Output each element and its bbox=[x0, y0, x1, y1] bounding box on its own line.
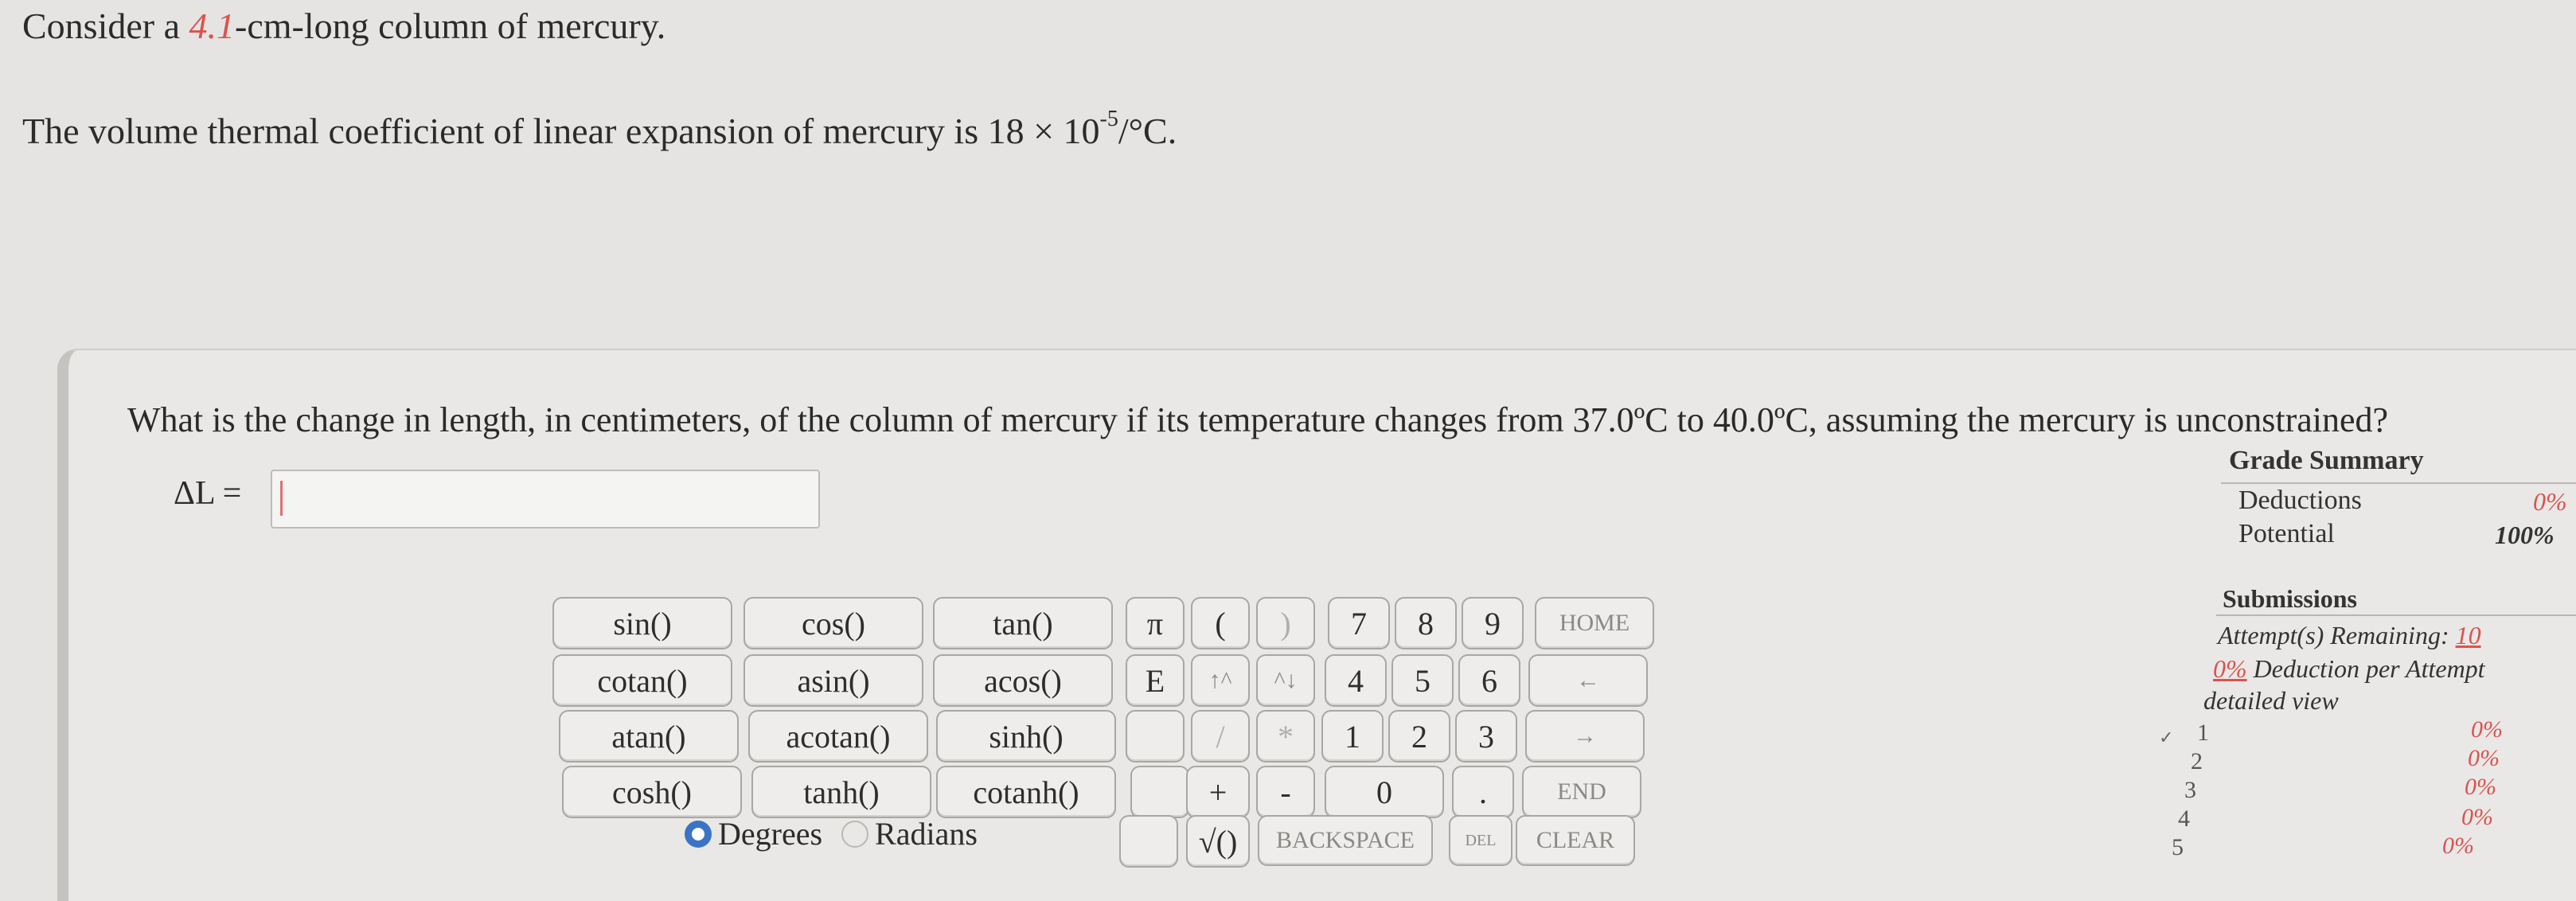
backspace-button[interactable]: BACKSPACE bbox=[1258, 815, 1433, 866]
key-2[interactable]: 2 bbox=[1388, 710, 1450, 763]
key-sqrt[interactable]: √() bbox=[1186, 815, 1250, 868]
key-6[interactable]: 6 bbox=[1458, 654, 1520, 707]
attempt-number: 4 bbox=[2178, 805, 2190, 832]
key-blank[interactable] bbox=[1130, 766, 1189, 818]
answer-label: ΔL = bbox=[174, 475, 242, 512]
key-cotanh[interactable]: cotanh() bbox=[936, 766, 1116, 818]
key-e[interactable]: E bbox=[1126, 654, 1185, 707]
key-acotan[interactable]: acotan() bbox=[748, 710, 928, 763]
key-blank[interactable] bbox=[1119, 815, 1178, 868]
key-sin[interactable]: sin() bbox=[552, 597, 732, 649]
deductions-value: 0% bbox=[2533, 487, 2567, 516]
key-sinh[interactable]: sinh() bbox=[936, 710, 1116, 763]
key-0[interactable]: 0 bbox=[1325, 766, 1444, 818]
deductions-label: Deductions bbox=[2238, 486, 2362, 515]
key-9[interactable]: 9 bbox=[1462, 597, 1524, 649]
attempt-number: 5 bbox=[2172, 834, 2184, 860]
submissions-title: Submissions bbox=[2223, 584, 2357, 613]
key-cos[interactable]: cos() bbox=[744, 597, 923, 649]
key-atan[interactable]: atan() bbox=[559, 710, 739, 763]
clear-button[interactable]: CLEAR bbox=[1516, 815, 1635, 866]
exponent: -5 bbox=[1099, 106, 1118, 131]
attempt-number: 1 bbox=[2197, 720, 2209, 746]
key-tan[interactable]: tan() bbox=[933, 597, 1113, 649]
deduction-value: 0% bbox=[2213, 654, 2247, 683]
answer-input[interactable] bbox=[271, 470, 820, 529]
grade-summary-title: Grade Summary bbox=[2229, 446, 2424, 475]
length-value: 4.1 bbox=[189, 6, 236, 46]
problem-line-length: Consider a 4.1-cm-long column of mercury… bbox=[22, 5, 665, 47]
key-plus[interactable]: + bbox=[1186, 766, 1250, 818]
key-tanh[interactable]: tanh() bbox=[751, 766, 931, 818]
problem-line-coefficient: The volume thermal coefficient of linear… bbox=[22, 106, 1177, 152]
degrees-radio[interactable] bbox=[685, 820, 712, 848]
divider bbox=[2216, 614, 2576, 616]
radians-radio[interactable] bbox=[841, 820, 869, 848]
attempt-deduction: 0% bbox=[2461, 804, 2493, 830]
divider bbox=[2221, 482, 2576, 484]
deduction-per-attempt: 0% Deduction per Attempt bbox=[2213, 654, 2485, 684]
key-blank[interactable] bbox=[1126, 710, 1185, 763]
attempt-deduction: 0% bbox=[2471, 716, 2503, 743]
key-minus[interactable]: - bbox=[1256, 766, 1315, 818]
key-up-arrow[interactable]: ↑^ bbox=[1191, 654, 1250, 707]
degrees-label[interactable]: Degrees bbox=[718, 815, 822, 852]
question-text: What is the change in length, in centime… bbox=[127, 400, 2389, 439]
attempt-deduction: 0% bbox=[2468, 745, 2500, 771]
key-5[interactable]: 5 bbox=[1391, 654, 1454, 707]
attempt-deduction: 0% bbox=[2442, 833, 2474, 859]
key-pi[interactable]: π bbox=[1126, 597, 1185, 649]
key-cotan[interactable]: cotan() bbox=[552, 654, 732, 707]
key-multiply[interactable]: * bbox=[1256, 710, 1315, 763]
checkmark-icon: ✓ bbox=[2159, 727, 2174, 747]
attempt-number: 3 bbox=[2184, 777, 2196, 803]
detailed-view-link[interactable]: detailed view bbox=[2203, 686, 2339, 716]
key-1[interactable]: 1 bbox=[1321, 710, 1384, 763]
potential-label: Potential bbox=[2238, 519, 2335, 548]
problem-text: The volume thermal coefficient of linear… bbox=[22, 111, 1100, 151]
home-button[interactable]: HOME bbox=[1535, 597, 1654, 649]
deduction-label: Deduction per Attempt bbox=[2246, 654, 2485, 683]
attempts-remaining: Attempt(s) Remaining: 10 bbox=[2218, 621, 2481, 650]
text-cursor bbox=[280, 481, 283, 516]
key-down-arrow[interactable]: ^↓ bbox=[1256, 654, 1315, 707]
cursor-left-button[interactable]: ← bbox=[1528, 654, 1648, 707]
key-8[interactable]: 8 bbox=[1395, 597, 1457, 649]
end-button[interactable]: END bbox=[1522, 766, 1641, 818]
attempt-deduction: 0% bbox=[2465, 774, 2496, 800]
key-close-paren[interactable]: ) bbox=[1256, 597, 1315, 649]
key-acos[interactable]: acos() bbox=[933, 654, 1113, 707]
potential-value: 100% bbox=[2495, 521, 2555, 549]
key-3[interactable]: 3 bbox=[1455, 710, 1517, 763]
attempt-number: 2 bbox=[2191, 748, 2203, 774]
key-asin[interactable]: asin() bbox=[744, 654, 923, 707]
key-cosh[interactable]: cosh() bbox=[562, 766, 742, 818]
delete-button[interactable]: DEL bbox=[1449, 815, 1512, 866]
key-divide[interactable]: / bbox=[1191, 710, 1250, 763]
key-open-paren[interactable]: ( bbox=[1191, 597, 1250, 649]
key-7[interactable]: 7 bbox=[1328, 597, 1390, 649]
problem-text: /°C. bbox=[1118, 111, 1177, 151]
cursor-right-button[interactable]: → bbox=[1525, 710, 1645, 763]
angle-mode-group: Degrees Radians bbox=[685, 815, 978, 852]
problem-text: -cm-long column of mercury. bbox=[235, 6, 666, 46]
problem-text: Consider a bbox=[22, 6, 189, 46]
attempts-label: Attempt(s) Remaining: bbox=[2218, 621, 2456, 649]
attempts-value: 10 bbox=[2455, 621, 2481, 649]
key-4[interactable]: 4 bbox=[1325, 654, 1387, 707]
radians-label[interactable]: Radians bbox=[875, 815, 978, 852]
key-dot[interactable]: . bbox=[1452, 766, 1514, 818]
